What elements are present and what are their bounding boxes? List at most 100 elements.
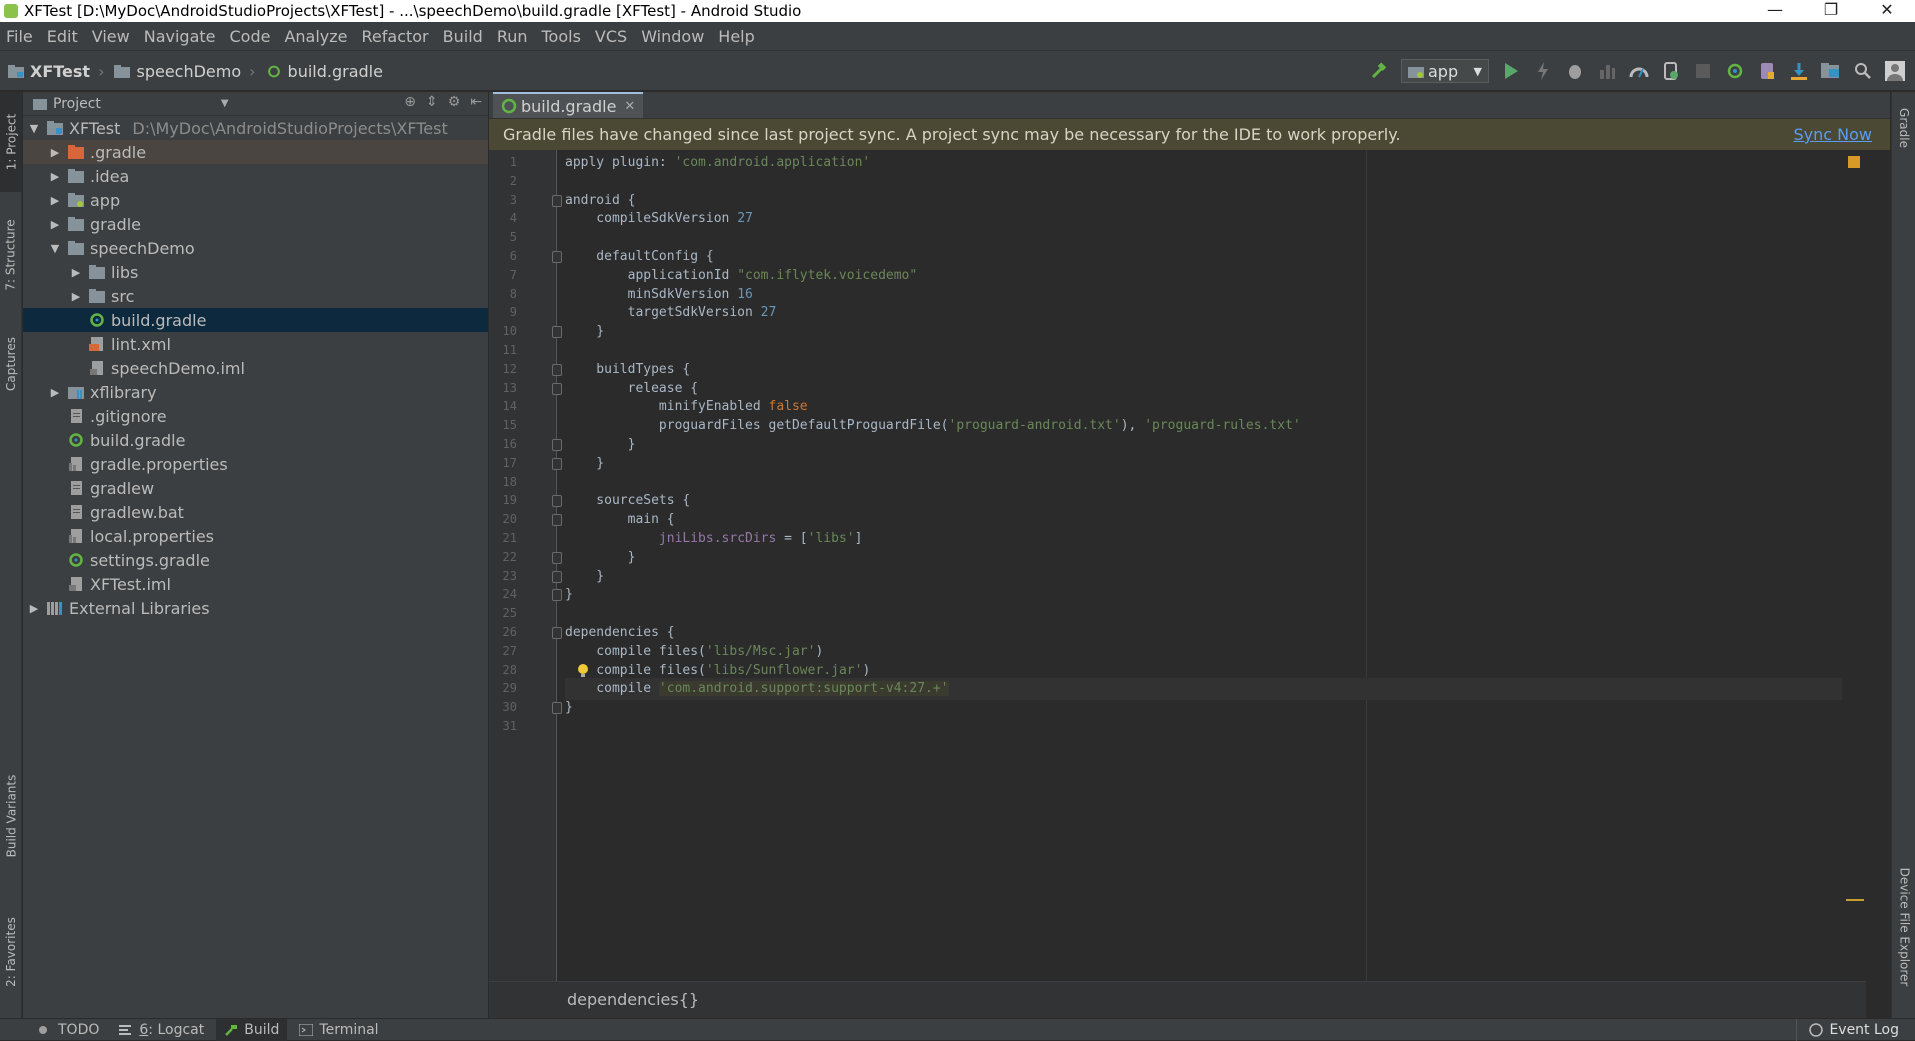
code-line[interactable]: } <box>565 584 573 606</box>
expanded-arrow-icon[interactable]: ▼ <box>48 242 62 255</box>
terminal-button[interactable]: Terminal <box>291 1019 386 1041</box>
coverage-button[interactable] <box>1596 60 1618 82</box>
event-log-button[interactable]: Event Log <box>1796 1019 1911 1041</box>
run-button[interactable] <box>1500 60 1522 82</box>
todo-button[interactable]: TODO <box>30 1019 107 1041</box>
code-line[interactable]: } <box>565 697 573 719</box>
code-breadcrumb-item[interactable]: dependencies{} <box>567 990 699 1009</box>
menu-edit[interactable]: Edit <box>41 27 86 46</box>
code-line[interactable]: } <box>565 321 604 343</box>
tree-item[interactable]: ▼ speechDemo <box>23 236 488 260</box>
expanded-arrow-icon[interactable]: ▼ <box>27 122 41 135</box>
tree-item[interactable]: XFTest.iml <box>23 572 488 596</box>
tree-item[interactable]: ▶ app <box>23 188 488 212</box>
fold-marker-icon[interactable] <box>552 551 562 564</box>
tree-item[interactable]: ▶ libs <box>23 260 488 284</box>
code-line[interactable]: } <box>565 453 604 475</box>
avd-manager-button[interactable] <box>1756 60 1778 82</box>
tree-item[interactable]: gradlew <box>23 476 488 500</box>
minimize-button[interactable]: — <box>1747 0 1803 22</box>
tree-item[interactable]: ▶ .gradle <box>23 140 488 164</box>
chevron-down-icon[interactable]: ▼ <box>221 98 229 109</box>
search-button[interactable] <box>1852 60 1874 82</box>
tab-favorites[interactable]: 2: Favorites <box>0 902 22 1002</box>
project-view-title[interactable]: Project <box>53 96 101 112</box>
crumb-module[interactable]: speechDemo › <box>114 62 256 81</box>
debug-button[interactable] <box>1564 60 1586 82</box>
stop-button[interactable] <box>1692 60 1714 82</box>
fold-marker-icon[interactable] <box>552 570 562 583</box>
menu-window[interactable]: Window <box>635 27 712 46</box>
make-project-button[interactable] <box>1368 60 1390 82</box>
tree-item[interactable]: lint.xml <box>23 332 488 356</box>
tab-gradle[interactable]: Gradle <box>1892 96 1915 160</box>
code-editor[interactable]: 1 2 3 4 5 6 7 8 9 10 11 12 13 14 15 16 17 18 19 20 21 22 23 24 2… <box>489 150 1866 981</box>
tab-captures[interactable]: Captures <box>0 324 22 404</box>
fold-marker-icon[interactable] <box>552 251 562 263</box>
collapsed-arrow-icon[interactable]: ▶ <box>69 290 83 303</box>
tree-item[interactable]: .gitignore <box>23 404 488 428</box>
menu-tools[interactable]: Tools <box>536 27 589 46</box>
code-line[interactable]: compile 'com.android.support:support-v4:… <box>565 678 1865 701</box>
fold-marker-icon[interactable] <box>552 702 562 715</box>
collapsed-arrow-icon[interactable]: ▶ <box>48 218 62 231</box>
menu-view[interactable]: View <box>86 27 138 46</box>
menu-refactor[interactable]: Refactor <box>356 27 437 46</box>
tree-item[interactable]: build.gradle <box>23 428 488 452</box>
sync-now-link[interactable]: Sync Now <box>1794 125 1873 144</box>
tree-item[interactable]: ▶ gradle <box>23 212 488 236</box>
menu-navigate[interactable]: Navigate <box>138 27 224 46</box>
fold-marker-icon[interactable] <box>552 363 562 376</box>
tab-project[interactable]: 1: Project <box>0 92 22 192</box>
code-line[interactable]: proguardFiles getDefaultProguardFile('pr… <box>565 415 1301 437</box>
menu-file[interactable]: File <box>0 27 41 46</box>
tree-item[interactable]: gradlew.bat <box>23 500 488 524</box>
fold-marker-icon[interactable] <box>552 382 562 395</box>
run-config-select[interactable]: app ▼ <box>1401 59 1489 83</box>
tab-build-variants[interactable]: Build Variants <box>0 760 22 872</box>
collapsed-arrow-icon[interactable]: ▶ <box>48 194 62 207</box>
sdk-manager-button[interactable] <box>1788 60 1810 82</box>
apply-changes-button[interactable] <box>1532 60 1554 82</box>
menu-help[interactable]: Help <box>712 27 762 46</box>
tree-item[interactable]: ▶ External Libraries <box>23 596 488 620</box>
collapsed-arrow-icon[interactable]: ▶ <box>48 146 62 159</box>
tree-item[interactable]: ▶ .idea <box>23 164 488 188</box>
tree-item[interactable]: ▶ xflibrary <box>23 380 488 404</box>
tree-item[interactable]: local.properties <box>23 524 488 548</box>
menu-run[interactable]: Run <box>491 27 536 46</box>
restore-button[interactable]: ❐ <box>1803 0 1859 22</box>
collapsed-arrow-icon[interactable]: ▶ <box>48 386 62 399</box>
menu-build[interactable]: Build <box>437 27 491 46</box>
crumb-file[interactable]: build.gradle <box>266 62 383 81</box>
hide-panel-icon[interactable]: ⇤ <box>470 94 482 110</box>
tab-structure[interactable]: 7: Structure <box>0 210 22 300</box>
profile-button[interactable] <box>1628 60 1650 82</box>
fold-marker-icon[interactable] <box>552 627 562 639</box>
collapsed-arrow-icon[interactable]: ▶ <box>69 266 83 279</box>
gear-icon[interactable]: ⚙ <box>448 94 461 110</box>
tree-item[interactable]: ▼ XFTest D:\MyDoc\AndroidStudioProjects\XF… <box>23 116 488 140</box>
fold-marker-icon[interactable] <box>552 457 562 470</box>
tree-item[interactable]: gradle.properties <box>23 452 488 476</box>
fold-marker-icon[interactable] <box>552 589 562 602</box>
tree-item[interactable]: settings.gradle <box>23 548 488 572</box>
user-button[interactable] <box>1884 60 1906 82</box>
fold-marker-icon[interactable] <box>552 514 562 527</box>
tab-build-gradle[interactable]: build.gradle ✕ <box>493 92 644 118</box>
menu-analyze[interactable]: Analyze <box>278 27 355 46</box>
collapsed-arrow-icon[interactable]: ▶ <box>48 170 62 183</box>
collapse-all-icon[interactable]: ⇕ <box>426 94 438 110</box>
fold-marker-icon[interactable] <box>552 194 562 207</box>
close-button[interactable]: ✕ <box>1859 0 1915 22</box>
fold-marker-icon[interactable] <box>552 326 562 339</box>
code-line[interactable]: apply plugin: 'com.android.application' <box>565 152 870 174</box>
crumb-project[interactable]: XFTest › <box>8 62 104 81</box>
warning-marker[interactable] <box>1846 899 1864 901</box>
build-button[interactable]: Build <box>216 1018 288 1041</box>
tree-item[interactable]: speechDemo.iml <box>23 356 488 380</box>
warning-status-icon[interactable] <box>1848 156 1860 168</box>
sync-gradle-button[interactable] <box>1724 60 1746 82</box>
fold-marker-icon[interactable] <box>552 439 562 451</box>
fold-marker-icon[interactable] <box>552 495 562 508</box>
